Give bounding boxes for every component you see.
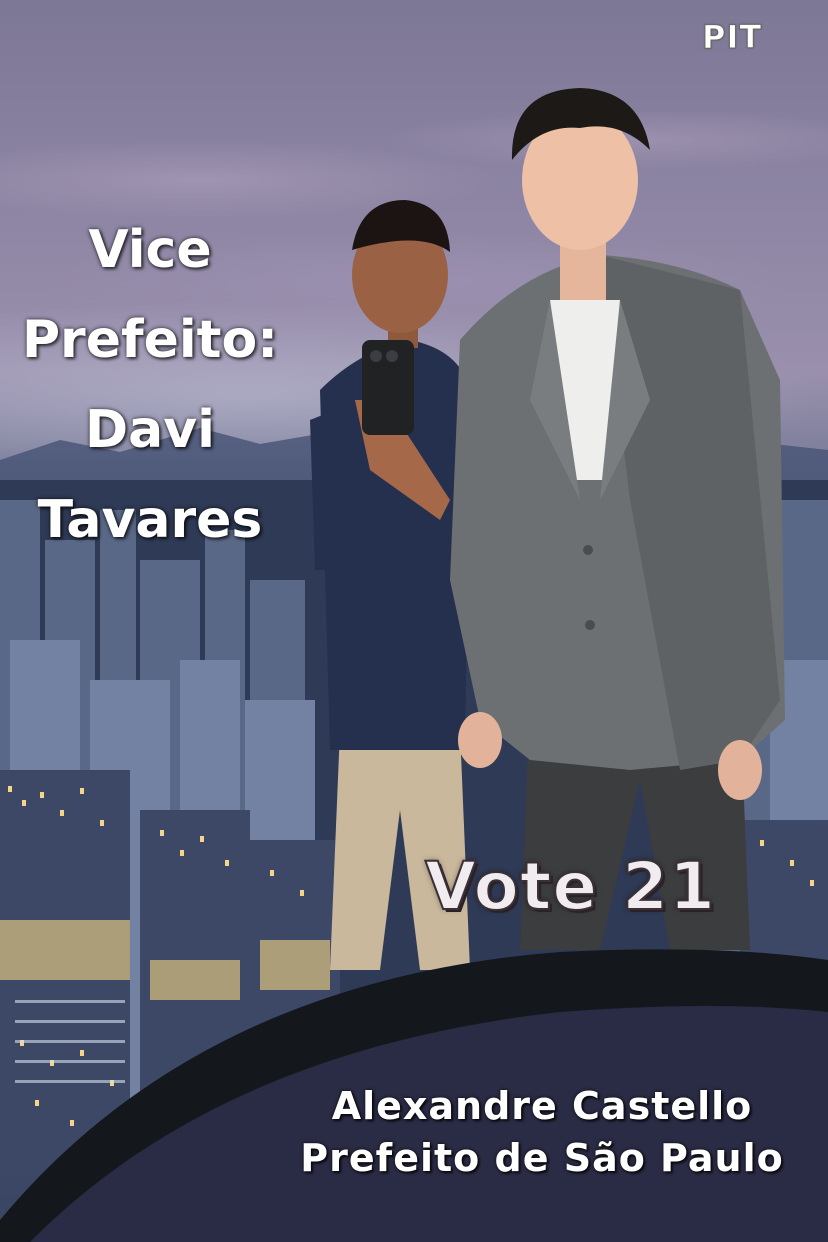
brand-logo: PIT [702, 18, 763, 57]
vice-line-2: Prefeito: [21, 310, 279, 370]
campaign-poster: PIT Vice Prefeito: Davi Tavares Vote 21 … [0, 0, 828, 1242]
vice-mayor-caption: Vice Prefeito: Davi Tavares [10, 205, 290, 565]
vice-line-1: Vice [88, 220, 212, 280]
vice-line-4: Tavares [37, 490, 263, 550]
candidate-photo [450, 88, 785, 950]
vice-line-3: Davi [85, 400, 215, 460]
candidate-title: Prefeito de São Paulo [300, 1136, 784, 1180]
candidate-caption: Alexandre Castello Prefeito de São Paulo [262, 1080, 822, 1184]
vote-number-label: Vote 21 [424, 847, 716, 926]
candidate-name: Alexandre Castello [331, 1084, 753, 1128]
